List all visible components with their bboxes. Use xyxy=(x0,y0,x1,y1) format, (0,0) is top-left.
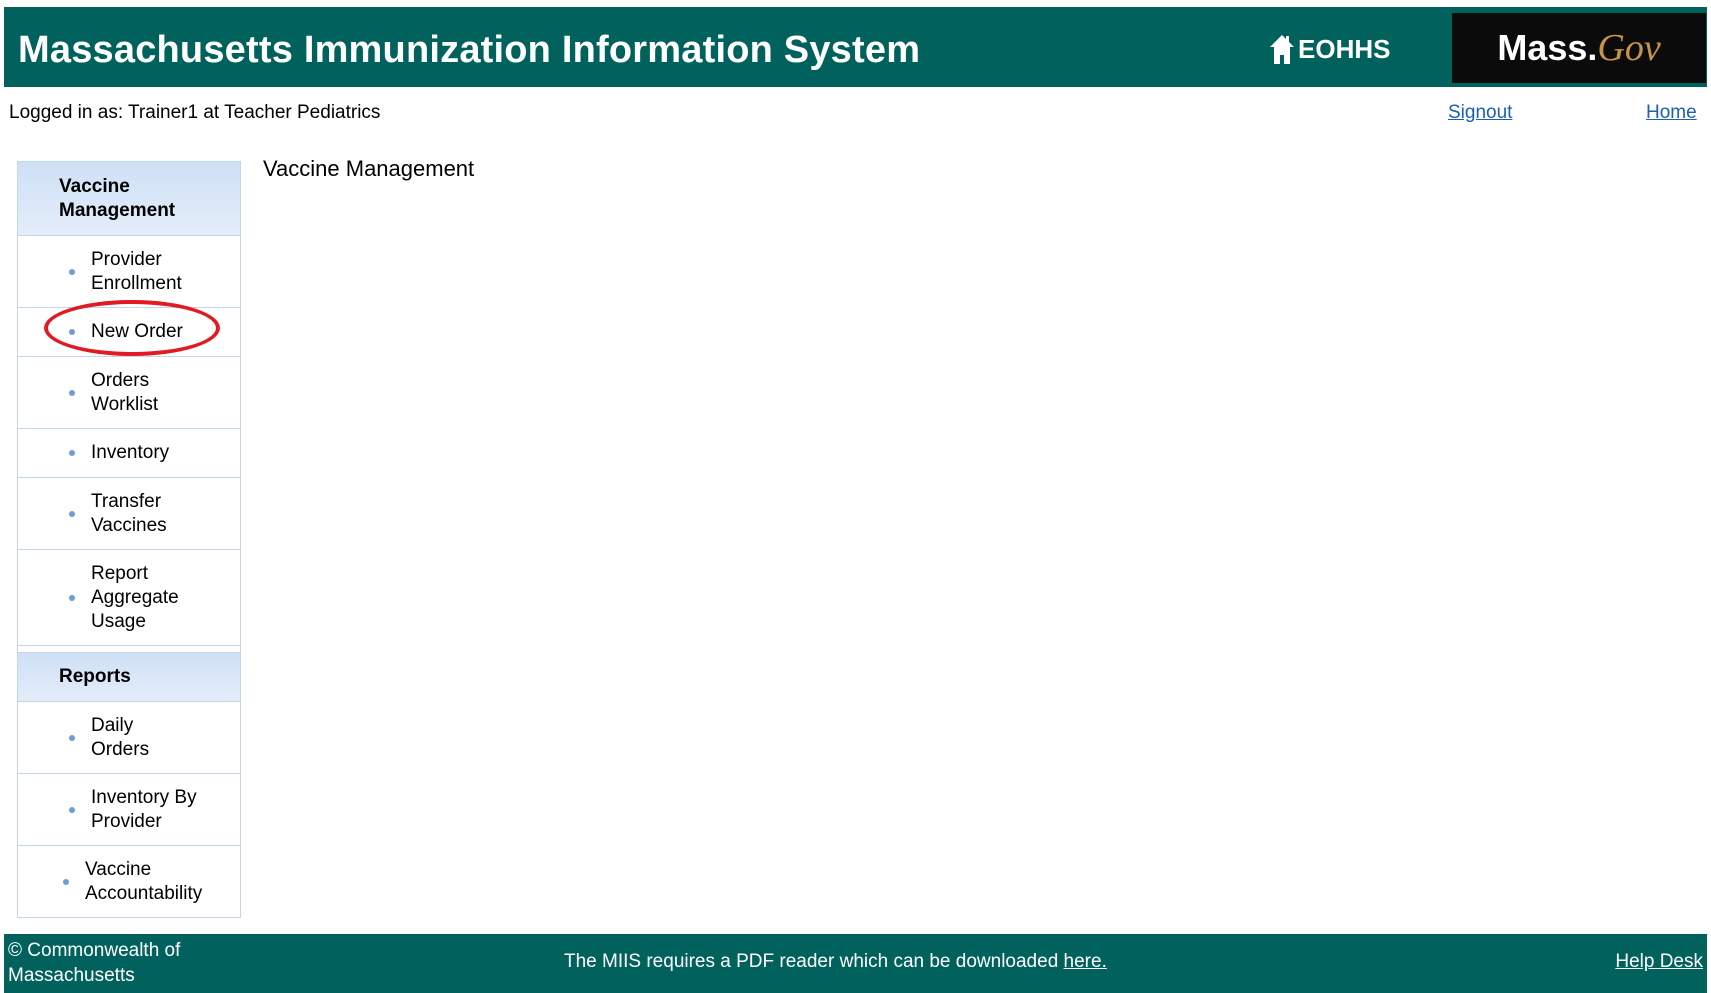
sidebar-item-new-order[interactable]: New Order xyxy=(18,308,240,357)
logged-in-status: Logged in as: Trainer1 at Teacher Pediat… xyxy=(9,102,381,123)
bullet-icon xyxy=(69,734,75,741)
app-title: Massachusetts Immunization Information S… xyxy=(18,29,921,71)
sidebar-item-label: Orders xyxy=(91,738,150,760)
sidebar-item-vaccine-accountability[interactable]: Vaccine Accountability xyxy=(18,846,240,917)
bullet-icon xyxy=(69,268,75,275)
sidebar-item-orders-worklist[interactable]: Orders Worklist xyxy=(18,357,240,429)
pdf-reader-notice-text: The MIIS requires a PDF reader which can… xyxy=(564,951,1064,972)
sidebar-item-label: New Order xyxy=(91,321,183,342)
sidebar-item-label: Report xyxy=(91,562,149,584)
sidebar-item-provider-enrollment[interactable]: Provider Enrollment xyxy=(18,236,240,308)
bullet-icon xyxy=(69,510,75,517)
sidebar-item-label: Transfer xyxy=(91,490,162,512)
section-heading-line: Management xyxy=(59,199,176,221)
sidebar-item-label: Daily xyxy=(91,714,134,736)
sidebar-item-label: Provider xyxy=(91,248,162,270)
eohhs-logo: EOHHS xyxy=(1269,29,1390,69)
sidebar-item-label: Inventory xyxy=(91,442,170,463)
header-bar: Massachusetts Immunization Information S… xyxy=(4,7,1707,87)
sidebar-item-label: Usage xyxy=(91,610,146,632)
sidebar-item-label: Vaccine xyxy=(85,858,152,880)
sidebar-item-label: Accountability xyxy=(85,882,203,904)
sidebar-item-report-aggregate-usage[interactable]: Report Aggregate Usage xyxy=(18,550,240,646)
sidebar-item-label: Orders xyxy=(91,369,150,391)
sidebar-item-label: Worklist xyxy=(91,393,159,415)
sidebar-item-inventory-by-provider[interactable]: Inventory By Provider xyxy=(18,774,240,846)
bullet-icon xyxy=(69,806,75,813)
bullet-icon xyxy=(69,594,75,601)
pdf-download-link[interactable]: here. xyxy=(1064,951,1107,972)
sidebar-item-label: Enrollment xyxy=(91,272,182,294)
sidebar-item-transfer-vaccines[interactable]: Transfer Vaccines xyxy=(18,478,240,550)
sidebar-item-daily-orders[interactable]: Daily Orders xyxy=(18,702,240,774)
help-desk-link[interactable]: Help Desk xyxy=(1615,951,1703,973)
sidebar-item-inventory[interactable]: Inventory xyxy=(18,429,240,478)
sidebar-item-label: Provider xyxy=(91,810,162,832)
page: Massachusetts Immunization Information S… xyxy=(0,0,1711,993)
massgov-gov-text: Gov xyxy=(1597,27,1661,69)
house-icon xyxy=(1270,35,1294,64)
massgov-mass-text: Mass. xyxy=(1497,27,1598,68)
massgov-logo: Mass. Gov xyxy=(1452,13,1706,83)
home-link[interactable]: Home xyxy=(1646,102,1697,124)
page-title: Vaccine Management xyxy=(263,156,475,181)
bullet-icon xyxy=(69,389,75,396)
signout-link[interactable]: Signout xyxy=(1448,102,1512,124)
bullet-icon xyxy=(69,329,75,335)
pdf-reader-notice: The MIIS requires a PDF reader which can… xyxy=(564,951,1107,973)
sidebar-item-label: Aggregate xyxy=(91,586,179,608)
section-heading-line: Vaccine xyxy=(59,175,130,197)
sidebar-nav: Vaccine Management Provider Enrollment N… xyxy=(17,161,241,918)
copyright-line: Massachusetts xyxy=(8,965,135,986)
section-heading-vaccine-management: Vaccine Management xyxy=(18,162,240,236)
section-heading-reports: Reports xyxy=(18,652,240,702)
copyright-text: © Commonwealth of Massachusetts xyxy=(8,938,180,988)
eohhs-text: EOHHS xyxy=(1298,33,1391,64)
sidebar-item-label: Inventory By xyxy=(91,786,197,808)
bullet-icon xyxy=(63,878,69,885)
bullet-icon xyxy=(69,450,75,456)
copyright-line: © Commonwealth of xyxy=(8,940,181,961)
sidebar-item-label: Vaccines xyxy=(91,514,167,536)
footer-bar: © Commonwealth of Massachusetts The MIIS… xyxy=(4,934,1707,993)
